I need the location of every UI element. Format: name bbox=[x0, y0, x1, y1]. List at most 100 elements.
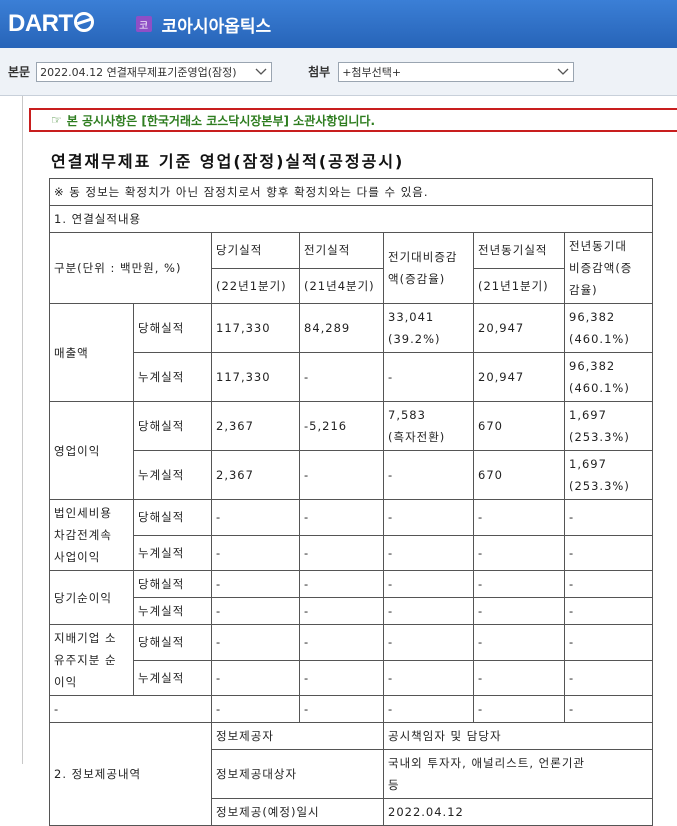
value-cell: - bbox=[473, 499, 565, 536]
value-cell: 33,041 (39.2%) bbox=[383, 303, 474, 353]
table-row: ※ 동 정보는 확정치가 아닌 잠정치로서 향후 확정치와는 다를 수 있음. bbox=[48, 178, 654, 206]
table-row: 2. 정보제공내역 정보제공자 공시책임자 및 담당자 bbox=[49, 722, 654, 826]
info-value: 공시책임자 및 담당자 bbox=[382, 722, 654, 750]
table-row: 구분(단위 : 백만원, %) 당기실적 전기실적 전기대비증감 액(증감율) … bbox=[49, 232, 654, 304]
table-row: 누계실적 - - - - - bbox=[50, 534, 654, 571]
value-cell: - bbox=[563, 659, 654, 696]
value-cell: - bbox=[473, 597, 565, 625]
value-cell: - bbox=[299, 499, 384, 536]
sub-label: 당해실적 bbox=[133, 499, 212, 536]
value-cell: 2,367 bbox=[211, 450, 300, 500]
value-cell: - bbox=[383, 534, 474, 571]
value-cell: 84,289 bbox=[299, 303, 384, 353]
pointing-hand-icon: ☞ bbox=[51, 113, 62, 127]
value-cell: 670 bbox=[473, 450, 565, 500]
value-cell: - bbox=[299, 534, 384, 571]
info-label: 정보제공자 bbox=[211, 722, 384, 750]
table-row: 지배기업 소 유주지분 순 이익 당해실적 - - - - - bbox=[49, 624, 654, 696]
chevron-down-icon bbox=[254, 65, 268, 79]
sub-label: 당해실적 bbox=[133, 624, 212, 661]
doc-select-value: 2022.04.12 연결재무제표기준영업(잠정) bbox=[40, 65, 237, 79]
table-row: 누계실적 - - - - - bbox=[50, 597, 654, 625]
value-cell: - bbox=[299, 570, 384, 598]
table-row: 당기순이익 당해실적 - - - - - bbox=[49, 570, 654, 625]
value-cell: - bbox=[299, 659, 384, 696]
value-cell: - bbox=[563, 624, 654, 661]
document-toolbar: 본문 2022.04.12 연결재무제표기준영업(잠정) 첨부 +첨부선택+ bbox=[0, 48, 677, 96]
info-label: 정보제공대상자 bbox=[211, 749, 384, 799]
value-cell: - bbox=[211, 534, 300, 571]
section-heading: 2. 정보제공내역 bbox=[49, 722, 212, 826]
row-label: 매출액 bbox=[49, 303, 134, 402]
notice-text: 본 공시사항은 [한국거래소 코스닥시장본부] 소관사항입니다. bbox=[66, 113, 376, 128]
doc-select[interactable]: 2022.04.12 연결재무제표기준영업(잠정) bbox=[36, 61, 273, 82]
value-cell: - bbox=[563, 499, 654, 536]
value-cell: - bbox=[383, 695, 474, 723]
info-value: 국내외 투자자, 애널리스트, 언론기관 등 bbox=[382, 749, 654, 799]
logo-globe-icon bbox=[73, 12, 94, 32]
jurisdiction-notice: ☞ 본 공시사항은 [한국거래소 코스닥시장본부] 소관사항입니다. bbox=[29, 108, 677, 132]
table-row: 1. 연결실적내용 bbox=[48, 205, 654, 233]
page-title: 연결재무제표 기준 영업(잠정)실적(공정공시) bbox=[51, 152, 405, 171]
value-cell: - bbox=[563, 534, 654, 571]
value-cell: - bbox=[211, 695, 300, 723]
logo-text: DART bbox=[8, 10, 73, 37]
header-cell: 전년동기대 비증감액(증 감율) bbox=[563, 232, 654, 304]
sub-label: 누계실적 bbox=[133, 450, 212, 500]
info-value: 2022.04.12 bbox=[382, 798, 654, 826]
sub-label: 당해실적 bbox=[133, 401, 212, 451]
value-cell: - bbox=[211, 624, 300, 661]
attach-select[interactable]: +첨부선택+ bbox=[338, 61, 575, 82]
header-unit-cell: 구분(단위 : 백만원, %) bbox=[49, 232, 212, 304]
value-cell: - bbox=[383, 570, 474, 598]
company-name: 코아시아옵틱스 bbox=[161, 16, 272, 37]
value-cell: 670 bbox=[473, 401, 565, 451]
company-badge-icon: 코 bbox=[135, 16, 152, 32]
value-cell: - bbox=[383, 450, 474, 500]
value-cell: 1,697 (253.3%) bbox=[563, 450, 654, 500]
value-cell: - bbox=[299, 597, 384, 625]
header-cell: 전기실적 bbox=[299, 232, 384, 269]
value-cell: - bbox=[211, 499, 300, 536]
value-cell: - bbox=[299, 450, 384, 500]
sub-label: 당해실적 bbox=[133, 303, 212, 353]
dart-logo[interactable]: DART bbox=[8, 10, 94, 38]
value-cell: - bbox=[473, 534, 565, 571]
header-cell: (22년1분기) bbox=[211, 267, 300, 304]
value-cell: 117,330 bbox=[211, 352, 300, 402]
value-cell: -5,216 bbox=[299, 401, 384, 451]
row-label: 영업이익 bbox=[49, 401, 134, 500]
value-cell: - bbox=[211, 570, 300, 598]
row-label: 당기순이익 bbox=[49, 570, 134, 625]
table-row: 매출액 당해실적 117,330 84,289 33,041 (39.2%) 2… bbox=[49, 303, 654, 402]
value-cell: - bbox=[473, 624, 565, 661]
row-label: 지배기업 소 유주지분 순 이익 bbox=[49, 624, 134, 696]
value-cell: - bbox=[383, 624, 474, 661]
value-cell: - bbox=[299, 695, 384, 723]
doc-select-label: 본문 bbox=[8, 65, 31, 79]
sub-label: 누계실적 bbox=[133, 352, 212, 402]
value-cell: - bbox=[211, 597, 300, 625]
table-row: 영업이익 당해실적 2,367 -5,216 7,583 (흑자전환) 670 … bbox=[49, 401, 654, 500]
sub-label: 누계실적 bbox=[133, 534, 212, 571]
app-header: DART 코 코아시아옵틱스 bbox=[0, 0, 677, 48]
value-cell: 96,382 (460.1%) bbox=[563, 303, 654, 353]
value-cell: - bbox=[299, 352, 384, 402]
value-cell: - bbox=[563, 695, 654, 723]
value-cell: - bbox=[563, 570, 654, 598]
table-row: 법인세비용 차감전계속 사업이익 당해실적 - - - - - bbox=[49, 499, 654, 571]
value-cell: - bbox=[473, 570, 565, 598]
sub-label: 당해실적 bbox=[133, 570, 212, 598]
value-cell: - bbox=[473, 659, 565, 696]
earnings-table: ※ 동 정보는 확정치가 아닌 잠정치로서 향후 확정치와는 다를 수 있음. … bbox=[48, 178, 654, 826]
value-cell: - bbox=[383, 352, 474, 402]
value-cell: 96,382 (460.1%) bbox=[563, 352, 654, 402]
table-row: 누계실적 - - - - - bbox=[50, 659, 654, 696]
row-label: 법인세비용 차감전계속 사업이익 bbox=[49, 499, 134, 571]
value-cell: 117,330 bbox=[211, 303, 300, 353]
sub-label: 누계실적 bbox=[133, 597, 212, 625]
info-label: 정보제공(예정)일시 bbox=[211, 798, 384, 826]
value-cell: 20,947 bbox=[473, 303, 565, 353]
document-viewer[interactable]: ☞ 본 공시사항은 [한국거래소 코스닥시장본부] 소관사항입니다. 연결재무제… bbox=[22, 96, 677, 826]
disclaimer-cell: ※ 동 정보는 확정치가 아닌 잠정치로서 향후 확정치와는 다를 수 있음. bbox=[48, 178, 654, 206]
